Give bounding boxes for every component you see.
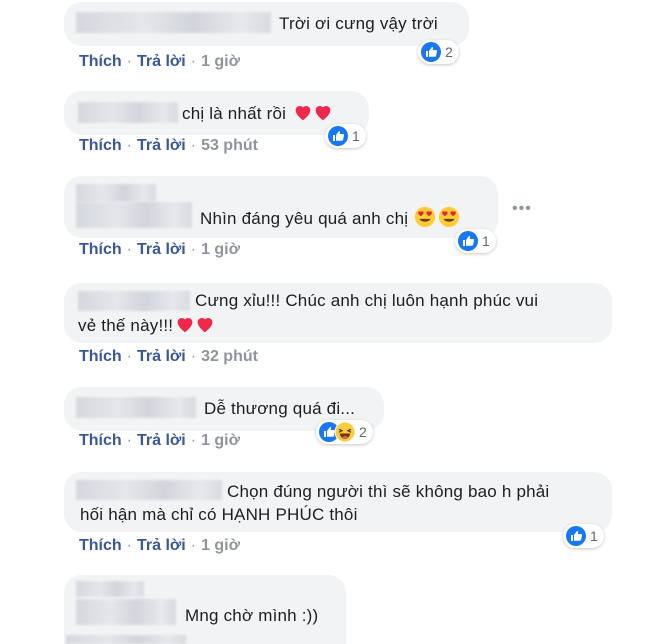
like-link[interactable]: Thích bbox=[79, 432, 122, 449]
comment-actions: Thích · Trả lời · 1 giờ bbox=[79, 241, 240, 259]
timestamp[interactable]: 32 phút bbox=[201, 348, 258, 365]
separator: · bbox=[190, 53, 197, 70]
comment-bubble: Cưng xỉu!!! Chúc anh chị luôn hạnh phúc … bbox=[64, 283, 612, 343]
comment-bubble: Trời ơi cưng vậy trời bbox=[64, 2, 469, 46]
separator: · bbox=[126, 137, 132, 154]
comment-bubble: chị là nhất rồi bbox=[64, 91, 369, 135]
separator: · bbox=[126, 241, 132, 258]
comment-text-line2: hối hận mà chỉ có HẠNH PHÚC thôi bbox=[80, 505, 358, 524]
blurred-author-name bbox=[78, 102, 178, 123]
timestamp[interactable]: 1 giờ bbox=[201, 537, 240, 554]
red-heart-icon bbox=[177, 318, 193, 333]
comment-text: Nhìn đáng yêu quá anh chị bbox=[200, 206, 460, 231]
blurred-author-name bbox=[76, 202, 192, 228]
heart-eyes-emoji-icon bbox=[415, 206, 436, 228]
comment-text: Trời ơi cưng vậy trời bbox=[279, 14, 438, 33]
separator: · bbox=[126, 432, 132, 449]
separator: · bbox=[190, 537, 197, 554]
reaction-count: 1 bbox=[482, 233, 490, 249]
comment-text: Mng chờ mình :)) bbox=[185, 606, 319, 625]
reaction-summary[interactable]: 1 bbox=[455, 229, 496, 253]
comment-actions: Thích · Trả lời · 53 phút bbox=[79, 137, 258, 155]
like-link[interactable]: Thích bbox=[79, 348, 122, 365]
red-heart-icon bbox=[315, 106, 331, 121]
blurred-author-name bbox=[76, 581, 144, 597]
separator: · bbox=[126, 53, 132, 70]
separator: · bbox=[190, 241, 197, 258]
comment-text-line1: Cưng xỉu!!! Chúc anh chị luôn hạnh phúc … bbox=[195, 291, 539, 310]
timestamp[interactable]: 53 phút bbox=[201, 137, 258, 154]
reply-link[interactable]: Trả lời bbox=[137, 348, 186, 365]
like-reaction-icon bbox=[328, 126, 348, 146]
separator: · bbox=[126, 348, 132, 365]
reaction-count: 1 bbox=[590, 528, 598, 544]
comment-actions: Thích · Trả lời · 1 giờ bbox=[79, 537, 240, 555]
comment-bubble: Mng chờ mình :)) bbox=[64, 575, 346, 644]
comment-text-line2: vẻ thế này!!! bbox=[78, 313, 216, 338]
blurred-author-name bbox=[76, 12, 271, 33]
timestamp[interactable]: 1 giờ bbox=[201, 241, 240, 258]
like-link[interactable]: Thích bbox=[79, 241, 122, 258]
blurred-attachment bbox=[66, 635, 186, 644]
comment-text-content: Nhìn đáng yêu quá anh chị bbox=[200, 209, 409, 228]
blurred-author-name bbox=[76, 480, 222, 500]
timestamp[interactable]: 1 giờ bbox=[201, 432, 240, 449]
reaction-count: 2 bbox=[445, 44, 453, 60]
timestamp[interactable]: 1 giờ bbox=[201, 53, 240, 70]
comment-bubble: Chọn đúng người thì sẽ không bao h phải … bbox=[64, 472, 612, 532]
comment-text: Dễ thương quá đi... bbox=[204, 399, 356, 418]
comment-text-line1: Chọn đúng người thì sẽ không bao h phải bbox=[227, 482, 550, 501]
separator: · bbox=[190, 137, 197, 154]
reply-link[interactable]: Trả lời bbox=[137, 432, 186, 449]
reply-link[interactable]: Trả lời bbox=[137, 241, 186, 258]
like-reaction-icon bbox=[421, 42, 441, 62]
like-reaction-icon bbox=[458, 231, 478, 251]
reaction-count: 1 bbox=[352, 128, 360, 144]
reply-link[interactable]: Trả lời bbox=[137, 53, 186, 70]
blurred-author-name bbox=[76, 599, 176, 625]
comment-actions: Thích · Trả lời · 32 phút bbox=[79, 348, 258, 366]
comment-text-content: vẻ thế này!!! bbox=[78, 316, 174, 335]
haha-reaction-icon bbox=[335, 422, 355, 442]
comment-text-content: chị là nhất rồi bbox=[182, 104, 287, 123]
reaction-count: 2 bbox=[359, 424, 367, 440]
like-reaction-icon bbox=[566, 526, 586, 546]
like-link[interactable]: Thích bbox=[79, 53, 122, 70]
comment-text: chị là nhất rồi bbox=[182, 101, 334, 126]
reply-link[interactable]: Trả lời bbox=[137, 137, 186, 154]
comment-bubble: Nhìn đáng yêu quá anh chị bbox=[64, 176, 498, 238]
comment-actions: Thích · Trả lời · 1 giờ bbox=[79, 53, 240, 71]
like-link[interactable]: Thích bbox=[79, 137, 122, 154]
reaction-summary[interactable]: 1 bbox=[325, 124, 366, 148]
like-link[interactable]: Thích bbox=[79, 537, 122, 554]
comment-actions: Thích · Trả lời · 1 giờ bbox=[79, 432, 240, 450]
red-heart-icon bbox=[295, 106, 311, 121]
reaction-summary[interactable]: 2 bbox=[418, 40, 459, 64]
blurred-author-name bbox=[76, 397, 196, 418]
red-heart-icon bbox=[197, 318, 213, 333]
reaction-summary[interactable]: 2 bbox=[316, 420, 373, 444]
separator: · bbox=[190, 348, 197, 365]
separator: · bbox=[190, 432, 197, 449]
more-options-icon[interactable]: ••• bbox=[512, 200, 532, 218]
blurred-author-name bbox=[78, 291, 190, 311]
separator: · bbox=[126, 537, 132, 554]
reaction-summary[interactable]: 1 bbox=[563, 524, 604, 548]
blurred-author-name bbox=[76, 184, 156, 202]
heart-eyes-emoji-icon bbox=[439, 206, 460, 228]
reply-link[interactable]: Trả lời bbox=[137, 537, 186, 554]
